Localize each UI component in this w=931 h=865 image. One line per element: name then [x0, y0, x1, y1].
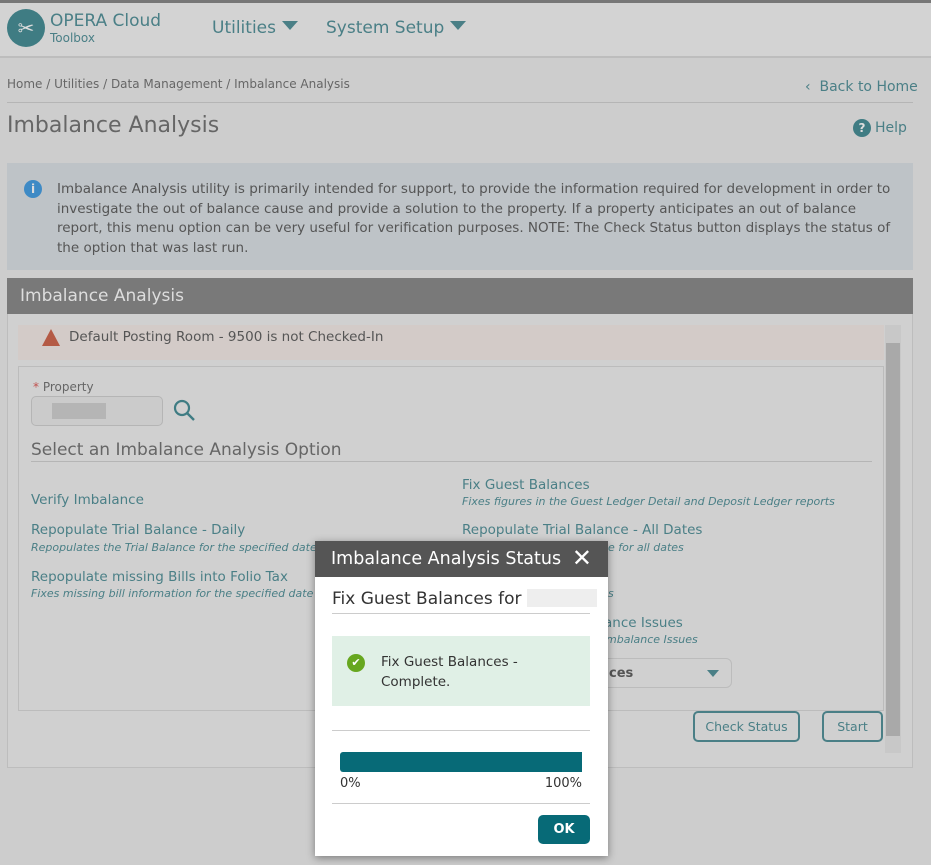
progress-min: 0%	[340, 776, 361, 791]
option-repopulate-trial-all[interactable]: Repopulate Trial Balance - All Dates	[462, 522, 702, 538]
dialog-title: Imbalance Analysis Status	[331, 549, 562, 569]
start-button[interactable]: Start	[822, 711, 883, 742]
redacted-value	[52, 403, 106, 419]
check-status-button[interactable]: Check Status	[693, 711, 800, 742]
chevron-left-icon: ‹	[805, 79, 820, 95]
toolbox-logo-icon[interactable]: ✂	[7, 9, 45, 47]
progress-bar	[340, 752, 582, 772]
nav-system-setup[interactable]: System Setup	[326, 18, 467, 38]
search-icon[interactable]	[172, 398, 196, 426]
divider	[332, 613, 590, 614]
option-desc: Fixes missing bill information for the s…	[31, 587, 314, 600]
divider	[332, 730, 590, 731]
progress-max: 100%	[544, 776, 582, 791]
help-link[interactable]: ? Help	[853, 119, 907, 137]
option-desc: Fixes figures in the Guest Ledger Detail…	[462, 495, 835, 508]
scrollbar-thumb[interactable]	[886, 343, 900, 736]
option-desc: Repopulates the Trial Balance for the sp…	[31, 541, 317, 554]
nav-utilities-label: Utilities	[212, 18, 276, 38]
divider	[332, 803, 590, 804]
option-imbalance-issues[interactable]: ance Issues	[604, 615, 683, 631]
section-header: Imbalance Analysis	[7, 278, 913, 314]
option-fix-guest-balances[interactable]: Fix Guest Balances	[462, 477, 590, 493]
check-circle-icon: ✔	[347, 654, 365, 672]
breadcrumb[interactable]: Home / Utilities / Data Management / Imb…	[7, 77, 350, 91]
option-desc: s	[608, 587, 614, 600]
info-text: Imbalance Analysis utility is primarily …	[57, 181, 891, 256]
property-label-text: Property	[42, 380, 94, 394]
info-banner: i Imbalance Analysis utility is primarily…	[7, 163, 913, 270]
ok-button[interactable]: OK	[538, 815, 590, 844]
option-desc: mbalance Issues	[606, 633, 698, 646]
property-label: * Property	[33, 380, 94, 394]
option-verify-imbalance[interactable]: Verify Imbalance	[31, 492, 144, 508]
brand-subtitle: Toolbox	[50, 31, 95, 45]
option-repopulate-trial-daily[interactable]: Repopulate Trial Balance - Daily	[31, 522, 245, 538]
status-dialog: Imbalance Analysis Status ✕ Fix Guest Bal…	[315, 541, 608, 856]
caret-down-icon	[281, 21, 298, 30]
select-value: ces	[609, 666, 634, 681]
nav-utilities[interactable]: Utilities	[212, 18, 298, 38]
warning-text: Default Posting Room - 9500 is not Check…	[69, 329, 384, 345]
success-text: Fix Guest Balances - Complete.	[381, 654, 518, 690]
help-label: Help	[875, 120, 907, 136]
dialog-subtitle-text: Fix Guest Balances for	[332, 589, 522, 609]
success-message: ✔ Fix Guest Balances - Complete.	[332, 636, 590, 706]
option-repopulate-bills[interactable]: Repopulate missing Bills into Folio Tax	[31, 569, 288, 585]
caret-down-icon	[707, 670, 719, 677]
dialog-subtitle: Fix Guest Balances for	[332, 589, 597, 609]
dialog-header: Imbalance Analysis Status ✕	[315, 541, 608, 577]
close-icon[interactable]: ✕	[572, 544, 592, 572]
property-input[interactable]	[31, 396, 163, 426]
page-title: Imbalance Analysis	[7, 113, 220, 138]
options-title: Select an Imbalance Analysis Option	[31, 440, 342, 460]
info-icon: i	[24, 180, 42, 198]
help-icon: ?	[853, 119, 871, 137]
scrollbar[interactable]	[885, 325, 901, 753]
back-to-home-link[interactable]: ‹ Back to Home	[805, 79, 918, 95]
progress-fill	[340, 752, 582, 772]
nav-system-setup-label: System Setup	[326, 18, 445, 38]
option-desc: e for all dates	[608, 541, 684, 554]
caret-down-icon	[450, 21, 467, 30]
brand-title[interactable]: OPERA Cloud	[50, 11, 161, 31]
back-label: Back to Home	[819, 79, 918, 95]
redacted-property	[526, 589, 597, 607]
warning-banner: Default Posting Room - 9500 is not Check…	[18, 325, 884, 360]
divider	[31, 461, 872, 462]
warning-icon	[42, 329, 60, 346]
divider	[7, 102, 913, 103]
